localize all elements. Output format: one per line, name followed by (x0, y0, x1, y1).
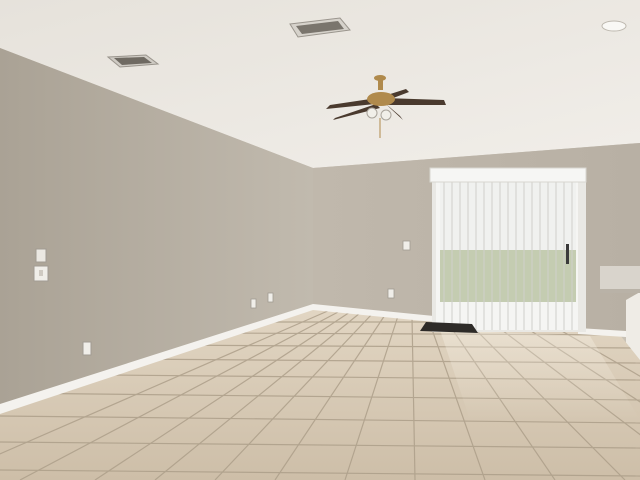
sliding-glass-door (429, 167, 587, 332)
empty-room-photo (0, 0, 640, 480)
thermostat (35, 248, 47, 263)
recessed-light (601, 20, 627, 32)
light-switch (33, 265, 49, 282)
